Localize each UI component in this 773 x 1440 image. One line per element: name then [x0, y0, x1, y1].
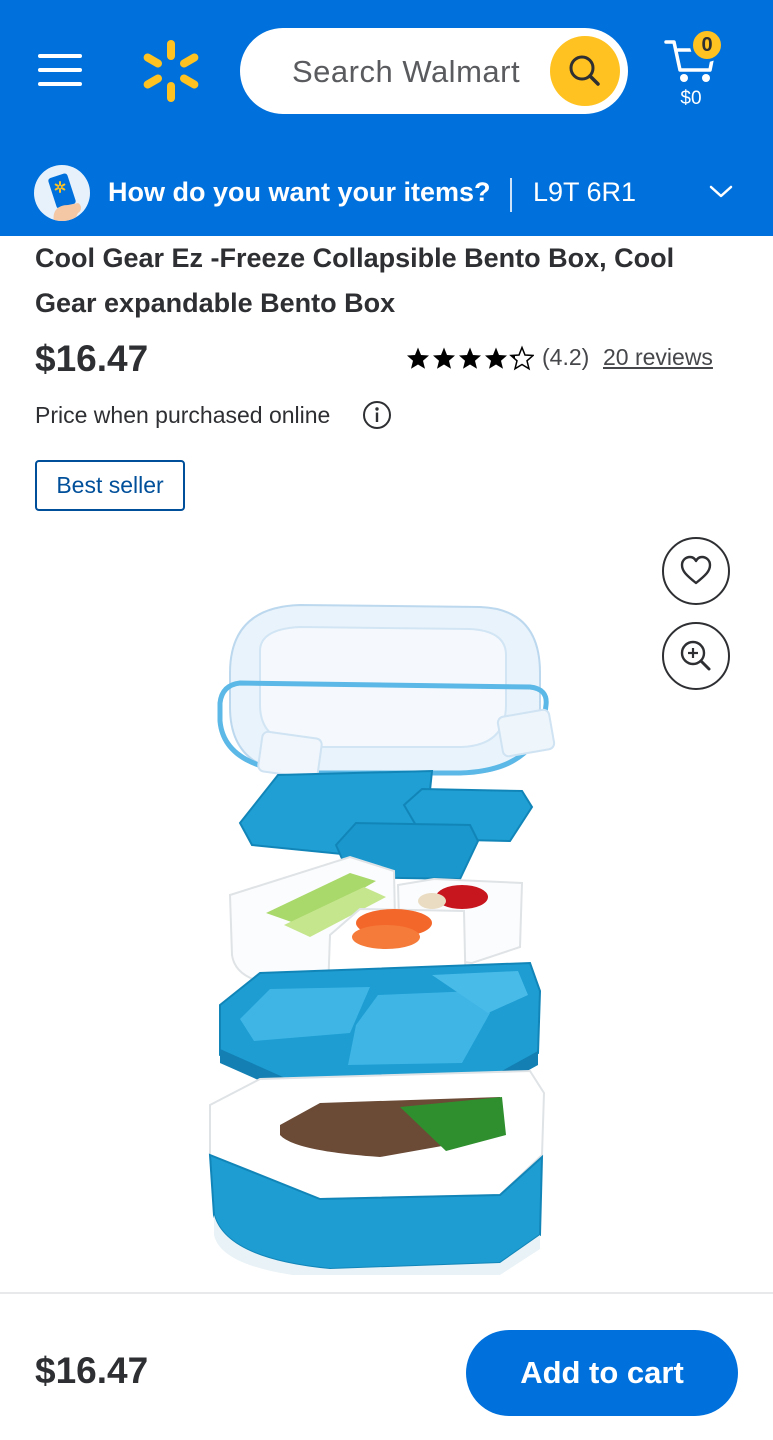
- search-bar[interactable]: Search Walmart: [240, 28, 628, 114]
- divider: [510, 178, 512, 212]
- hamburger-icon-line: [38, 82, 82, 86]
- favorite-button[interactable]: [662, 537, 730, 605]
- product-image[interactable]: [200, 595, 560, 1275]
- sticky-footer: $16.47 Add to cart: [0, 1292, 773, 1440]
- zoom-in-icon: [680, 640, 711, 671]
- chevron-down-icon: [709, 185, 733, 198]
- header-bar: Search Walmart 0 $0 How do you want your…: [0, 0, 773, 236]
- search-button[interactable]: [550, 36, 620, 106]
- best-seller-badge: Best seller: [35, 460, 185, 511]
- cart-count-badge: 0: [690, 28, 724, 62]
- zoom-button[interactable]: [662, 622, 730, 690]
- price-note: Price when purchased online: [35, 402, 331, 428]
- menu-button[interactable]: [36, 50, 84, 90]
- search-icon: [569, 55, 600, 86]
- add-to-cart-button[interactable]: Add to cart: [466, 1330, 738, 1416]
- hamburger-icon-line: [38, 54, 82, 58]
- walmart-spark-icon[interactable]: [140, 38, 202, 104]
- rating-value: (4.2): [542, 344, 590, 370]
- hamburger-icon-line: [38, 68, 82, 72]
- product-price: $16.47: [35, 338, 149, 379]
- product-title: Cool Gear Ez -Freeze Collapsible Bento B…: [35, 243, 675, 318]
- lid: [217, 603, 556, 780]
- info-icon[interactable]: [362, 400, 392, 430]
- heart-icon: [680, 555, 712, 585]
- star-rating-icon: [407, 346, 534, 370]
- postal-code: L9T 6R1: [533, 177, 637, 207]
- delivery-question: How do you want your items?: [108, 177, 491, 207]
- cart-total: $0: [680, 88, 702, 109]
- footer-price: $16.47: [35, 1350, 149, 1391]
- base-container: [208, 1069, 546, 1275]
- reviews-link[interactable]: 20 reviews: [603, 344, 713, 371]
- cart-button[interactable]: 0 $0: [660, 28, 730, 114]
- phone-hand-icon: [34, 165, 90, 221]
- search-input[interactable]: Search Walmart: [292, 54, 520, 90]
- delivery-selector[interactable]: How do you want your items? L9T 6R1: [0, 160, 773, 236]
- compartment-lids: [238, 769, 534, 881]
